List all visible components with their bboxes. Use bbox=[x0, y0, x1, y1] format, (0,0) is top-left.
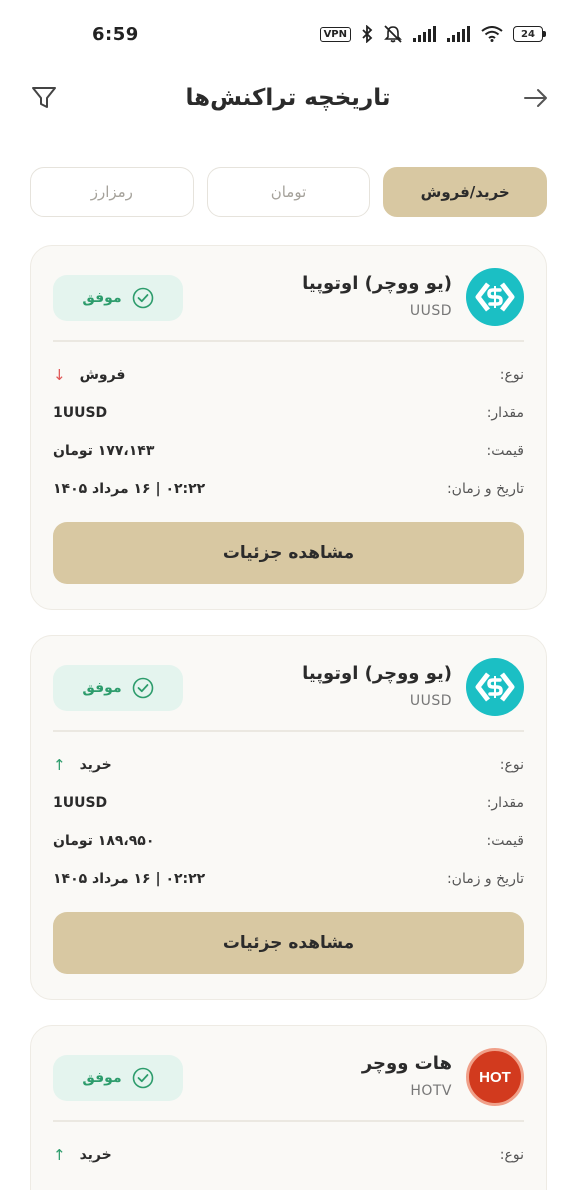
datetime-value: ۰۲:۲۲ | ۱۶ مرداد ۱۴۰۵ bbox=[53, 871, 206, 887]
status-label: موفق bbox=[82, 290, 122, 306]
arrow-up-icon: ↑ bbox=[53, 756, 66, 774]
row-amount: مقدار: 1UUSD bbox=[53, 784, 524, 822]
row-price: قیمت: ۱۸۹،۹۵۰ تومان bbox=[53, 822, 524, 860]
hot-voucher-icon: HOT bbox=[466, 1048, 524, 1106]
filter-icon[interactable] bbox=[30, 84, 58, 112]
check-circle-icon bbox=[132, 287, 153, 309]
price-value: ۱۸۹،۹۵۰ تومان bbox=[53, 833, 155, 849]
type-label: نوع: bbox=[499, 367, 524, 383]
status-time: 6:59 bbox=[92, 23, 139, 45]
status-badge: موفق bbox=[53, 275, 183, 321]
wifi-icon bbox=[481, 26, 503, 42]
row-type: نوع: خرید ↑ bbox=[53, 1136, 524, 1174]
tab-crypto[interactable]: رمزارز bbox=[29, 167, 194, 217]
amount-value: 1UUSD bbox=[53, 795, 108, 811]
status-bar: 6:59 VPN 24 bbox=[0, 0, 576, 68]
status-icons: VPN 24 bbox=[319, 25, 546, 43]
tab-toman[interactable]: تومان bbox=[206, 167, 371, 217]
status-label: موفق bbox=[82, 1070, 122, 1086]
status-badge: موفق bbox=[53, 1055, 183, 1101]
coin-symbol: HOTV bbox=[410, 1083, 452, 1099]
price-label: قیمت: bbox=[486, 833, 524, 849]
type-value: فروش bbox=[79, 367, 126, 383]
arrow-down-icon: ↓ bbox=[53, 366, 66, 384]
row-amount: مقدار: 1UUSD bbox=[53, 394, 524, 432]
datetime-label: تاریخ و زمان: bbox=[446, 481, 524, 497]
coin-name: (یو ووچر) اوتوپیا bbox=[302, 273, 452, 294]
arrow-up-icon: ↑ bbox=[53, 1146, 66, 1164]
battery-icon: 24 bbox=[513, 26, 546, 42]
coin-symbol: UUSD bbox=[409, 693, 452, 709]
transaction-card: (یو ووچر) اوتوپیا UUSD موفق نوع: خرید ↑ … bbox=[30, 635, 547, 1000]
row-type: نوع: خرید ↑ bbox=[53, 746, 524, 784]
amount-value: 1UUSD bbox=[53, 405, 108, 421]
utopia-icon bbox=[466, 268, 524, 326]
page-title: تاریخچه تراکنش‌ها bbox=[185, 85, 391, 111]
status-label: موفق bbox=[82, 680, 122, 696]
transaction-tabs: خرید/فروش تومان رمزارز bbox=[29, 167, 547, 217]
datetime-label: تاریخ و زمان: bbox=[446, 871, 524, 887]
coin-name: هات ووچر bbox=[361, 1053, 452, 1074]
view-details-button[interactable]: مشاهده جزئیات bbox=[53, 912, 524, 974]
bluetooth-icon bbox=[362, 25, 373, 43]
status-badge: موفق bbox=[53, 665, 183, 711]
datetime-value: ۰۲:۲۲ | ۱۶ مرداد ۱۴۰۵ bbox=[53, 481, 206, 497]
check-circle-icon bbox=[132, 677, 153, 699]
vpn-icon: VPN bbox=[319, 26, 351, 42]
row-price: قیمت: ۱۷۷،۱۴۳ تومان bbox=[53, 432, 524, 470]
tab-buy-sell[interactable]: خرید/فروش bbox=[383, 167, 547, 217]
utopia-icon bbox=[466, 658, 524, 716]
back-arrow-icon[interactable] bbox=[522, 84, 550, 112]
type-value: خرید bbox=[79, 1147, 112, 1163]
row-datetime: تاریخ و زمان: ۰۲:۲۲ | ۱۶ مرداد ۱۴۰۵ bbox=[53, 860, 524, 898]
amount-label: مقدار: bbox=[486, 795, 524, 811]
view-details-button[interactable]: مشاهده جزئیات bbox=[53, 522, 524, 584]
check-circle-icon bbox=[132, 1067, 153, 1089]
type-label: نوع: bbox=[499, 757, 524, 773]
coin-symbol: UUSD bbox=[409, 303, 452, 319]
transaction-card: (یو ووچر) اوتوپیا UUSD موفق نوع: فروش ↓ … bbox=[30, 245, 547, 610]
type-value: خرید bbox=[79, 757, 112, 773]
signal-icon-2 bbox=[447, 26, 470, 42]
type-label: نوع: bbox=[499, 1147, 524, 1163]
signal-icon bbox=[413, 26, 436, 42]
row-type: نوع: فروش ↓ bbox=[53, 356, 524, 394]
amount-label: مقدار: bbox=[486, 405, 524, 421]
price-value: ۱۷۷،۱۴۳ تومان bbox=[53, 443, 155, 459]
coin-name: (یو ووچر) اوتوپیا bbox=[302, 663, 452, 684]
transaction-card: HOT هات ووچر HOTV موفق نوع: خرید ↑ bbox=[30, 1025, 547, 1190]
price-label: قیمت: bbox=[486, 443, 524, 459]
row-datetime: تاریخ و زمان: ۰۲:۲۲ | ۱۶ مرداد ۱۴۰۵ bbox=[53, 470, 524, 508]
app-header: تاریخچه تراکنش‌ها bbox=[0, 68, 576, 128]
mute-icon bbox=[384, 25, 402, 43]
